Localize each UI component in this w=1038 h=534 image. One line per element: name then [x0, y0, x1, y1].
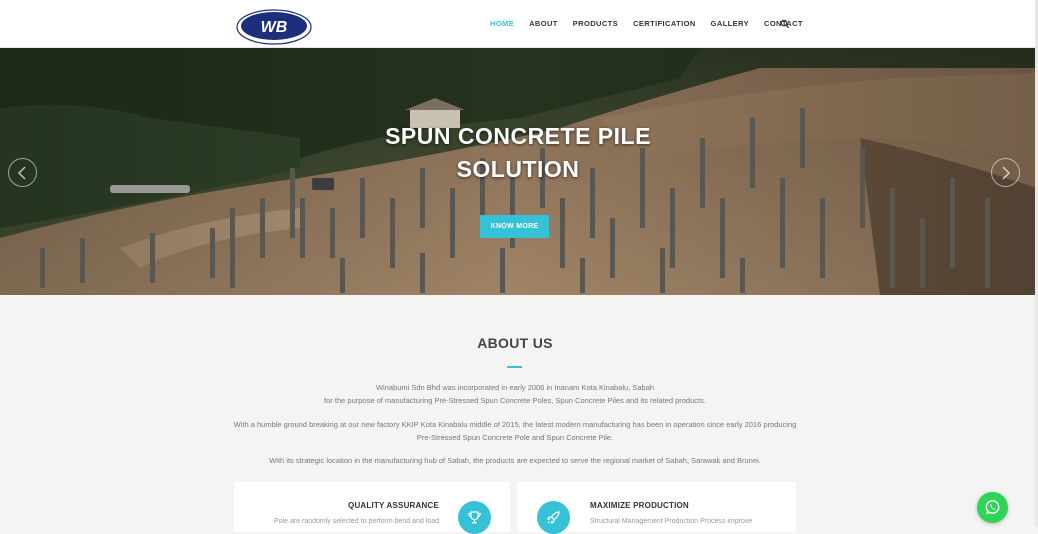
hero-slider: SPUN CONCRETE PILE SOLUTION KNOW MORE [0, 48, 1036, 295]
nav-gallery[interactable]: GALLERY [711, 19, 749, 29]
whatsapp-chat-button[interactable] [977, 492, 1008, 523]
site-header: WB HOME ABOUT PRODUCTS CERTIFICATION GAL… [0, 0, 1038, 48]
logo-text: WB [261, 19, 288, 36]
main-nav: HOME ABOUT PRODUCTS CERTIFICATION GALLER… [490, 19, 818, 29]
card-icon-circle [458, 501, 491, 534]
card-description: Structural Management Production Process… [590, 518, 753, 525]
feature-card-production: MAXIMIZE PRODUCTION Structural Managemen… [517, 482, 796, 534]
about-p2-line2: Pre-Stressed Spun Concrete Pole and Spun… [416, 432, 614, 442]
about-p1-line2: for the purpose of manufacturing Pre-Str… [324, 395, 706, 405]
slider-next-button[interactable] [991, 158, 1020, 187]
card-icon-circle [537, 501, 570, 534]
rocket-icon [546, 511, 560, 525]
about-paragraph-2: With a humble ground breaking at our new… [0, 419, 1030, 444]
about-p2-line1: With a humble ground breaking at our new… [233, 420, 797, 429]
slider-prev-button[interactable] [8, 158, 37, 187]
chevron-right-icon [1002, 166, 1011, 180]
about-p1-line1: Winabumi Sdn Bhd was incorporated in ear… [375, 383, 655, 392]
search-icon[interactable] [780, 19, 790, 29]
feature-card-quality: QUALITY ASSURANCE Pole are randomly sele… [234, 482, 510, 534]
about-section: ABOUT US Winabumi Sdn Bhd was incorporat… [0, 295, 1036, 534]
about-title: ABOUT US [477, 335, 553, 351]
card-title: MAXIMIZE PRODUCTION [590, 501, 689, 510]
about-paragraph-3: With its strategic location in the manuf… [269, 456, 761, 465]
about-paragraph-1: Winabumi Sdn Bhd was incorporated in ear… [0, 382, 1030, 407]
trophy-icon [468, 511, 481, 524]
title-divider [507, 366, 522, 368]
nav-products[interactable]: PRODUCTS [573, 19, 618, 29]
logo[interactable]: WB [236, 9, 312, 45]
chevron-left-icon [17, 166, 26, 180]
know-more-button[interactable]: KNOW MORE [480, 215, 549, 238]
hero-title-line2: SOLUTION [456, 156, 580, 182]
nav-certification[interactable]: CERTIFICATION [633, 19, 696, 29]
card-title: QUALITY ASSURANCE [348, 501, 439, 510]
whatsapp-icon [985, 500, 1000, 515]
nav-about[interactable]: ABOUT [529, 19, 558, 29]
hero-title-line1: SPUN CONCRETE PILE [385, 123, 651, 149]
nav-home[interactable]: HOME [490, 19, 514, 29]
card-description: Pole are randomly selected to perform be… [274, 518, 439, 525]
